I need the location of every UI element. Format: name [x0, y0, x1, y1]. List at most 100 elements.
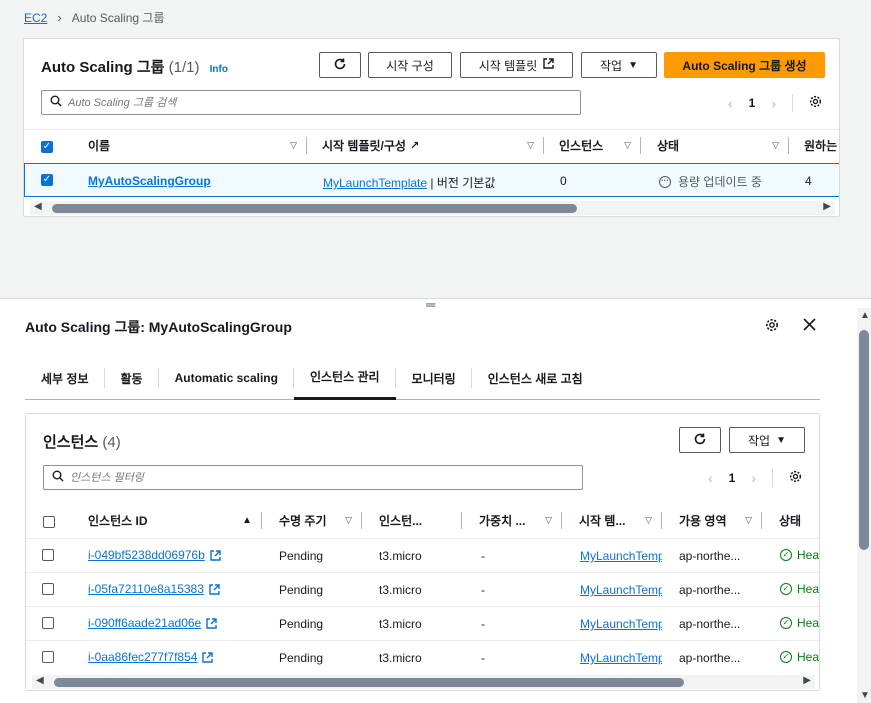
page-number[interactable]: 1	[729, 471, 736, 485]
tab-monitoring[interactable]: 모니터링	[396, 356, 472, 400]
tab-activity[interactable]: 활동	[105, 356, 159, 400]
in-progress-icon: ···	[659, 175, 671, 188]
instance-filter-input[interactable]	[70, 471, 582, 484]
tab-label: 활동	[120, 371, 143, 386]
column-header-template[interactable]: 시작 템플릿/구성 ↗ ▽	[314, 129, 544, 162]
health-status-cell: ✓ Hea	[780, 548, 819, 562]
next-page-icon[interactable]: ›	[751, 470, 756, 486]
launch-template-link[interactable]: MyLaunchTemp	[580, 583, 662, 597]
launch-template-link[interactable]: MyLaunchTemp	[580, 617, 662, 631]
scroll-up-icon[interactable]: ▲	[860, 310, 870, 321]
column-label: 인스턴스 ID	[88, 514, 148, 528]
asg-name-link[interactable]: MyAutoScalingGroup	[88, 174, 211, 188]
instance-filter-box[interactable]	[43, 465, 583, 490]
asg-search-input[interactable]	[68, 96, 580, 109]
instance-type-cell: t3.micro	[379, 549, 422, 563]
column-header-status[interactable]: 상태 ▽	[649, 129, 789, 162]
launch-template-link[interactable]: MyLaunchTemp	[580, 651, 662, 665]
instances-count: 0	[560, 174, 567, 188]
scroll-right-icon[interactable]: ▶	[823, 201, 831, 212]
instance-id-link[interactable]: i-05fa72110e8a15383	[88, 582, 204, 596]
column-header-instance-id[interactable]: 인스턴스 ID ▲	[82, 504, 262, 537]
asg-search-box[interactable]	[41, 90, 581, 115]
column-header-instances[interactable]: 인스턴스 ▽	[551, 129, 641, 162]
next-page-icon[interactable]: ›	[771, 95, 776, 111]
instances-panel: 인스턴스 (4) 작업 ▼ ‹ 1 › 인스턴스 ID ▲ 수명 주기 ▽	[25, 413, 820, 691]
horizontal-scrollbar[interactable]: ◀ ▶	[30, 201, 835, 215]
row-checkbox[interactable]	[42, 549, 54, 561]
info-link[interactable]: Info	[210, 64, 228, 75]
launch-template-button[interactable]: 시작 템플릿	[460, 52, 573, 78]
table-row[interactable]: i-049bf5238dd06976b Pending t3.micro - MyLau…	[26, 538, 819, 572]
gear-icon[interactable]	[789, 470, 802, 486]
vertical-scrollbar[interactable]: ▲ ▼	[857, 308, 871, 703]
refresh-button[interactable]	[319, 52, 361, 78]
select-all-checkbox[interactable]	[43, 516, 55, 528]
prev-page-icon[interactable]: ‹	[708, 470, 713, 486]
prev-page-icon[interactable]: ‹	[728, 95, 733, 111]
table-row[interactable]: i-0aa86fec277f7f854 Pending t3.micro - MyLau…	[26, 640, 819, 674]
row-checkbox[interactable]	[42, 651, 54, 663]
launch-template-link[interactable]: MyLaunchTemp	[580, 549, 662, 563]
tab-automatic-scaling[interactable]: Automatic scaling	[159, 356, 294, 400]
caret-down-icon: ▼	[776, 434, 786, 446]
divider	[788, 137, 789, 154]
tab-label: 인스턴스 새로 고침	[487, 371, 583, 386]
instance-type-cell: t3.micro	[379, 617, 422, 631]
divider	[561, 512, 562, 529]
scrollbar-thumb[interactable]	[52, 204, 577, 213]
row-checkbox[interactable]	[42, 583, 54, 595]
scroll-right-icon[interactable]: ▶	[803, 675, 811, 686]
select-all-checkbox[interactable]: ✓	[41, 141, 53, 153]
table-row[interactable]: ✓ MyAutoScalingGroup MyLaunchTemplate | …	[24, 163, 839, 197]
weight-cell: -	[481, 617, 485, 631]
detail-tabs: 세부 정보 활동 Automatic scaling 인스턴스 관리 모니터링 …	[25, 356, 820, 400]
column-header-desired[interactable]: 원하는	[796, 129, 839, 162]
column-header-health[interactable]: 상태	[769, 504, 819, 537]
column-header-launch-template[interactable]: 시작 템... ▽	[569, 504, 662, 537]
column-header-name[interactable]: 이름 ▽	[82, 129, 307, 162]
divider	[792, 94, 794, 112]
gear-icon[interactable]	[809, 95, 822, 111]
resize-handle-icon[interactable]: ═	[426, 297, 435, 312]
scroll-left-icon[interactable]: ◀	[36, 675, 44, 686]
az-cell: ap-northe...	[679, 549, 741, 563]
refresh-button[interactable]	[679, 427, 721, 453]
tab-instance-management[interactable]: 인스턴스 관리	[293, 356, 396, 400]
table-row[interactable]: i-090ff6aade21ad06e Pending t3.micro - MyLau…	[26, 606, 819, 640]
instance-id-link[interactable]: i-049bf5238dd06976b	[88, 548, 205, 562]
actions-dropdown[interactable]: 작업 ▼	[581, 52, 657, 78]
row-checkbox[interactable]	[42, 617, 54, 629]
tab-instance-refresh[interactable]: 인스턴스 새로 고침	[472, 356, 599, 400]
template-version: | 버전 기본값	[427, 176, 496, 190]
column-header-instance-type[interactable]: 인스턴...	[369, 504, 462, 537]
gear-icon[interactable]	[765, 318, 779, 335]
column-header-weight[interactable]: 가중치 ... ▽	[469, 504, 562, 537]
scrollbar-thumb[interactable]	[54, 678, 684, 687]
create-asg-button[interactable]: Auto Scaling 그룹 생성	[664, 52, 825, 78]
external-link-icon: ↗	[409, 140, 420, 152]
page-number[interactable]: 1	[749, 96, 756, 110]
actions-label: 작업	[600, 58, 623, 73]
close-icon[interactable]	[803, 318, 816, 334]
launch-config-button[interactable]: 시작 구성	[368, 52, 452, 78]
launch-template-link[interactable]: MyLaunchTemplate	[323, 176, 427, 190]
horizontal-scrollbar[interactable]: ◀ ▶	[32, 675, 815, 689]
scroll-down-icon[interactable]: ▼	[860, 690, 870, 701]
scroll-left-icon[interactable]: ◀	[34, 201, 42, 212]
column-label: 수명 주기	[279, 514, 327, 528]
instance-id-link[interactable]: i-0aa86fec277f7f854	[88, 650, 197, 664]
column-header-lifecycle[interactable]: 수명 주기 ▽	[269, 504, 362, 537]
asg-list-title: Auto Scaling 그룹	[41, 59, 165, 76]
check-circle-icon: ✓	[780, 617, 792, 629]
column-header-az[interactable]: 가용 영역 ▽	[669, 504, 762, 537]
instances-actions-dropdown[interactable]: 작업 ▼	[729, 427, 805, 453]
scrollbar-thumb[interactable]	[859, 330, 869, 550]
refresh-icon	[333, 57, 347, 74]
tab-label: 모니터링	[411, 371, 456, 386]
breadcrumb-ec2-link[interactable]: EC2	[24, 11, 47, 25]
row-checkbox[interactable]: ✓	[41, 174, 53, 186]
tab-details[interactable]: 세부 정보	[25, 356, 105, 400]
instance-id-link[interactable]: i-090ff6aade21ad06e	[88, 616, 201, 630]
table-row[interactable]: i-05fa72110e8a15383 Pending t3.micro - MyLau…	[26, 572, 819, 606]
